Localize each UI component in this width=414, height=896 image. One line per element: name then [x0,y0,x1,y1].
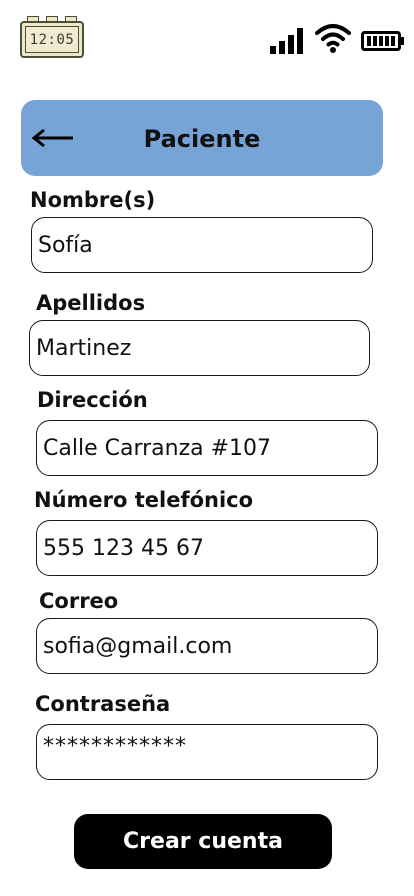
address-label: Dirección [37,388,148,412]
status-time: 12:05 [25,26,79,53]
email-label: Correo [39,589,119,613]
first-name-field[interactable] [31,217,373,273]
password-label: Contraseña [35,692,171,716]
address-field[interactable] [36,420,378,476]
battery-icon [361,31,404,51]
phone-field[interactable] [36,520,378,576]
phone-label: Número telefónico [34,488,254,512]
last-name-field[interactable] [29,320,370,376]
page-title: Paciente [143,125,261,153]
signal-icon [270,28,304,54]
wifi-icon [315,24,351,53]
app-header: Paciente [21,100,383,176]
first-name-label: Nombre(s) [30,188,156,212]
password-field[interactable] [36,724,378,780]
email-field[interactable] [36,618,378,674]
clock-widget-icon: 12:05 [20,16,84,58]
last-name-label: Apellidos [36,291,146,315]
create-account-button[interactable]: Crear cuenta [74,814,332,869]
